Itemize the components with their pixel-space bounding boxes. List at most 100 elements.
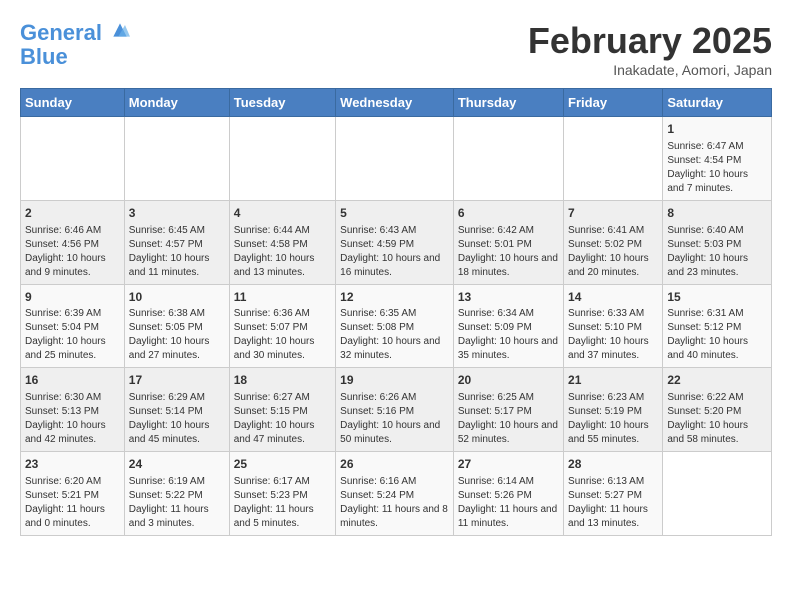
- day-cell: [453, 117, 563, 201]
- calendar-table: SundayMondayTuesdayWednesdayThursdayFrid…: [20, 88, 772, 536]
- weekday-header-row: SundayMondayTuesdayWednesdayThursdayFrid…: [21, 89, 772, 117]
- day-number: 26: [340, 456, 449, 473]
- day-info: Sunrise: 6:43 AM Sunset: 4:59 PM Dayligh…: [340, 224, 449, 280]
- day-cell: 2Sunrise: 6:46 AM Sunset: 4:56 PM Daylig…: [21, 200, 125, 284]
- day-cell: 22Sunrise: 6:22 AM Sunset: 5:20 PM Dayli…: [663, 368, 772, 452]
- day-number: 8: [667, 205, 767, 222]
- day-cell: 12Sunrise: 6:35 AM Sunset: 5:08 PM Dayli…: [336, 284, 454, 368]
- day-cell: 18Sunrise: 6:27 AM Sunset: 5:15 PM Dayli…: [229, 368, 335, 452]
- day-info: Sunrise: 6:13 AM Sunset: 5:27 PM Dayligh…: [568, 475, 658, 531]
- weekday-friday: Friday: [564, 89, 663, 117]
- day-cell: [663, 452, 772, 536]
- location: Inakadate, Aomori, Japan: [528, 62, 772, 78]
- day-cell: [21, 117, 125, 201]
- day-cell: 9Sunrise: 6:39 AM Sunset: 5:04 PM Daylig…: [21, 284, 125, 368]
- weekday-thursday: Thursday: [453, 89, 563, 117]
- day-info: Sunrise: 6:14 AM Sunset: 5:26 PM Dayligh…: [458, 475, 559, 531]
- title-area: February 2025 Inakadate, Aomori, Japan: [528, 20, 772, 78]
- day-cell: 13Sunrise: 6:34 AM Sunset: 5:09 PM Dayli…: [453, 284, 563, 368]
- day-info: Sunrise: 6:38 AM Sunset: 5:05 PM Dayligh…: [129, 307, 225, 363]
- day-cell: 23 Sunrise: 6:20 AM Sunset: 5:21 PM Dayli…: [21, 452, 125, 536]
- day-info: Sunrise: 6:36 AM Sunset: 5:07 PM Dayligh…: [234, 307, 331, 363]
- day-number: 9: [25, 289, 120, 306]
- day-number: 10: [129, 289, 225, 306]
- day-number: 13: [458, 289, 559, 306]
- day-cell: 5 Sunrise: 6:43 AM Sunset: 4:59 PM Daylig…: [336, 200, 454, 284]
- day-cell: 16 Sunrise: 6:30 AM Sunset: 5:13 PM Dayli…: [21, 368, 125, 452]
- day-info: Sunrise: 6:35 AM Sunset: 5:08 PM Dayligh…: [340, 307, 449, 363]
- day-info: Sunrise: 6:42 AM Sunset: 5:01 PM Dayligh…: [458, 224, 559, 280]
- calendar-body: 1 Sunrise: 6:47 AM Sunset: 4:54 PM Daylig…: [21, 117, 772, 536]
- day-number: 16: [25, 372, 120, 389]
- day-number: 25: [234, 456, 331, 473]
- week-row-2: 2Sunrise: 6:46 AM Sunset: 4:56 PM Daylig…: [21, 200, 772, 284]
- day-cell: [124, 117, 229, 201]
- day-number: 23: [25, 456, 120, 473]
- day-number: 6: [458, 205, 559, 222]
- week-row-3: 9Sunrise: 6:39 AM Sunset: 5:04 PM Daylig…: [21, 284, 772, 368]
- day-cell: 27 Sunrise: 6:14 AM Sunset: 5:26 PM Dayli…: [453, 452, 563, 536]
- day-number: 4: [234, 205, 331, 222]
- day-info: Sunrise: 6:34 AM Sunset: 5:09 PM Dayligh…: [458, 307, 559, 363]
- day-number: 5: [340, 205, 449, 222]
- day-info: Sunrise: 6:30 AM Sunset: 5:13 PM Dayligh…: [25, 391, 120, 447]
- day-number: 21: [568, 372, 658, 389]
- weekday-saturday: Saturday: [663, 89, 772, 117]
- weekday-tuesday: Tuesday: [229, 89, 335, 117]
- day-number: 11: [234, 289, 331, 306]
- day-cell: 10Sunrise: 6:38 AM Sunset: 5:05 PM Dayli…: [124, 284, 229, 368]
- logo-icon: [110, 20, 130, 40]
- day-number: 24: [129, 456, 225, 473]
- day-number: 1: [667, 121, 767, 138]
- logo-line2: Blue: [20, 45, 130, 69]
- day-info: Sunrise: 6:41 AM Sunset: 5:02 PM Dayligh…: [568, 224, 658, 280]
- day-info: Sunrise: 6:40 AM Sunset: 5:03 PM Dayligh…: [667, 224, 767, 280]
- page-header: General Blue February 2025 Inakadate, Ao…: [20, 20, 772, 78]
- day-number: 17: [129, 372, 225, 389]
- week-row-1: 1 Sunrise: 6:47 AM Sunset: 4:54 PM Daylig…: [21, 117, 772, 201]
- day-number: 20: [458, 372, 559, 389]
- weekday-wednesday: Wednesday: [336, 89, 454, 117]
- day-cell: [336, 117, 454, 201]
- day-number: 27: [458, 456, 559, 473]
- day-info: Sunrise: 6:27 AM Sunset: 5:15 PM Dayligh…: [234, 391, 331, 447]
- day-number: 19: [340, 372, 449, 389]
- day-cell: 6 Sunrise: 6:42 AM Sunset: 5:01 PM Daylig…: [453, 200, 563, 284]
- day-number: 14: [568, 289, 658, 306]
- day-info: Sunrise: 6:47 AM Sunset: 4:54 PM Dayligh…: [667, 140, 767, 196]
- day-info: Sunrise: 6:33 AM Sunset: 5:10 PM Dayligh…: [568, 307, 658, 363]
- day-cell: 3Sunrise: 6:45 AM Sunset: 4:57 PM Daylig…: [124, 200, 229, 284]
- day-cell: 25Sunrise: 6:17 AM Sunset: 5:23 PM Dayli…: [229, 452, 335, 536]
- day-info: Sunrise: 6:25 AM Sunset: 5:17 PM Dayligh…: [458, 391, 559, 447]
- day-info: Sunrise: 6:20 AM Sunset: 5:21 PM Dayligh…: [25, 475, 120, 531]
- day-info: Sunrise: 6:22 AM Sunset: 5:20 PM Dayligh…: [667, 391, 767, 447]
- day-info: Sunrise: 6:29 AM Sunset: 5:14 PM Dayligh…: [129, 391, 225, 447]
- day-info: Sunrise: 6:31 AM Sunset: 5:12 PM Dayligh…: [667, 307, 767, 363]
- day-info: Sunrise: 6:39 AM Sunset: 5:04 PM Dayligh…: [25, 307, 120, 363]
- day-cell: 20 Sunrise: 6:25 AM Sunset: 5:17 PM Dayli…: [453, 368, 563, 452]
- day-cell: 26 Sunrise: 6:16 AM Sunset: 5:24 PM Dayli…: [336, 452, 454, 536]
- day-cell: 17 Sunrise: 6:29 AM Sunset: 5:14 PM Dayli…: [124, 368, 229, 452]
- day-number: 12: [340, 289, 449, 306]
- day-cell: 7 Sunrise: 6:41 AM Sunset: 5:02 PM Daylig…: [564, 200, 663, 284]
- weekday-sunday: Sunday: [21, 89, 125, 117]
- day-info: Sunrise: 6:19 AM Sunset: 5:22 PM Dayligh…: [129, 475, 225, 531]
- day-info: Sunrise: 6:16 AM Sunset: 5:24 PM Dayligh…: [340, 475, 449, 531]
- day-number: 3: [129, 205, 225, 222]
- day-info: Sunrise: 6:44 AM Sunset: 4:58 PM Dayligh…: [234, 224, 331, 280]
- week-row-5: 23 Sunrise: 6:20 AM Sunset: 5:21 PM Dayli…: [21, 452, 772, 536]
- day-cell: 14Sunrise: 6:33 AM Sunset: 5:10 PM Dayli…: [564, 284, 663, 368]
- day-cell: 4 Sunrise: 6:44 AM Sunset: 4:58 PM Daylig…: [229, 200, 335, 284]
- day-cell: 15Sunrise: 6:31 AM Sunset: 5:12 PM Dayli…: [663, 284, 772, 368]
- weekday-monday: Monday: [124, 89, 229, 117]
- logo-text: General: [20, 20, 130, 45]
- day-number: 28: [568, 456, 658, 473]
- day-cell: 1 Sunrise: 6:47 AM Sunset: 4:54 PM Daylig…: [663, 117, 772, 201]
- month-title: February 2025: [528, 20, 772, 62]
- logo: General Blue: [20, 20, 130, 69]
- day-number: 2: [25, 205, 120, 222]
- day-number: 7: [568, 205, 658, 222]
- day-cell: [229, 117, 335, 201]
- week-row-4: 16 Sunrise: 6:30 AM Sunset: 5:13 PM Dayli…: [21, 368, 772, 452]
- day-info: Sunrise: 6:26 AM Sunset: 5:16 PM Dayligh…: [340, 391, 449, 447]
